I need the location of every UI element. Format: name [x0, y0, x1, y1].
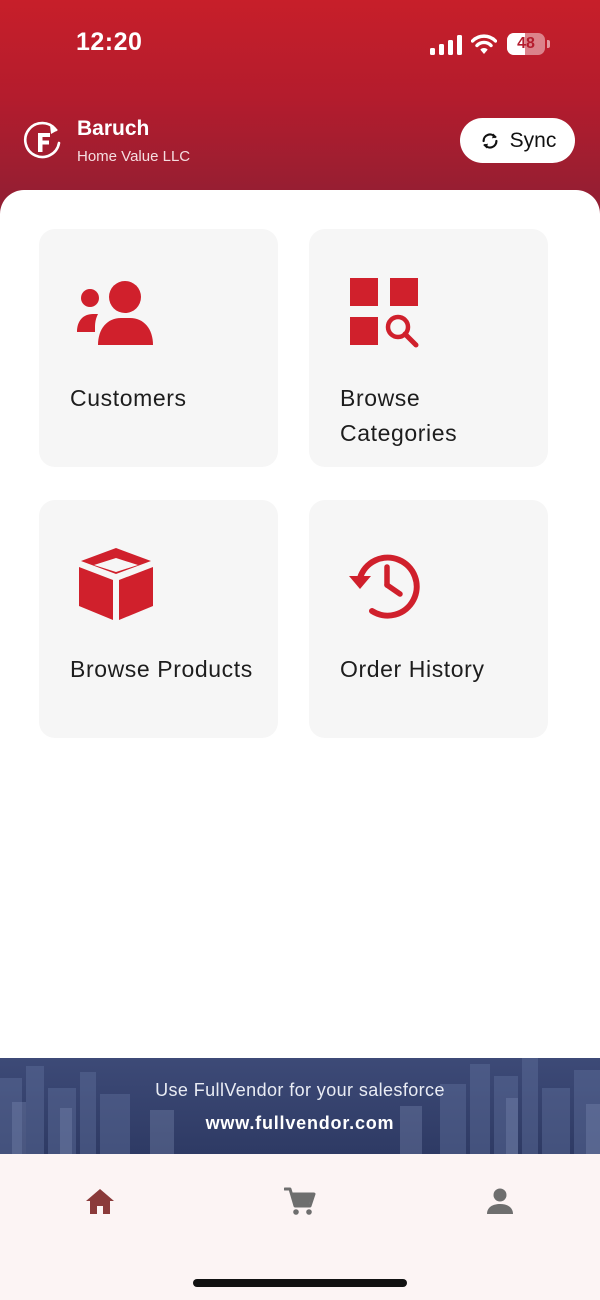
person-icon: [487, 1188, 513, 1214]
order-history-tile[interactable]: Order History: [309, 500, 548, 738]
app-header: 12:20 48 Baruch Home Value LLC Sync: [0, 0, 600, 215]
history-icon: [349, 554, 420, 619]
battery-cap: [547, 40, 550, 48]
battery-icon: 48: [507, 33, 551, 55]
customers-label: Customers: [70, 385, 187, 411]
city-skyline-background: [0, 1058, 600, 1154]
sync-icon: [482, 132, 498, 149]
home-indicator: [193, 1279, 407, 1287]
promo-banner[interactable]: Use FullVendor for your salesforce www.f…: [0, 1058, 600, 1154]
tab-profile[interactable]: [470, 1178, 530, 1224]
home-icon: [86, 1189, 114, 1214]
sync-button[interactable]: Sync: [460, 118, 575, 163]
browse-products-label: Browse Products: [70, 656, 253, 682]
battery-body: 48: [507, 33, 545, 55]
account-name: Baruch: [77, 117, 150, 140]
dashboard-content: Customers Browse Categories Browse Produ…: [0, 190, 600, 1058]
browse-products-tile[interactable]: Browse Products: [39, 500, 278, 738]
signal-icon: [430, 35, 462, 55]
browse-categories-label: Browse Categories: [340, 385, 458, 446]
status-time: 12:20: [76, 28, 143, 56]
banner-tagline: Use FullVendor for your salesforce: [155, 1080, 445, 1100]
status-bar: 12:20 48: [0, 0, 600, 90]
box-icon: [79, 548, 153, 620]
order-history-label: Order History: [340, 656, 485, 682]
banner-url-link[interactable]: www.fullvendor.com: [0, 1113, 600, 1134]
tab-home[interactable]: [70, 1178, 130, 1224]
battery-level: 48: [517, 35, 535, 52]
categories-search-icon: [350, 278, 419, 348]
sync-label: Sync: [509, 128, 557, 152]
cart-icon: [284, 1187, 316, 1215]
account-company: Home Value LLC: [77, 148, 191, 165]
customers-icon: [77, 281, 153, 345]
tab-cart[interactable]: [270, 1178, 330, 1224]
customers-tile[interactable]: Customers: [39, 229, 278, 467]
browse-categories-tile[interactable]: Browse Categories: [309, 229, 548, 467]
wifi-icon: [471, 34, 497, 54]
fullvendor-logo-icon: [23, 121, 61, 159]
